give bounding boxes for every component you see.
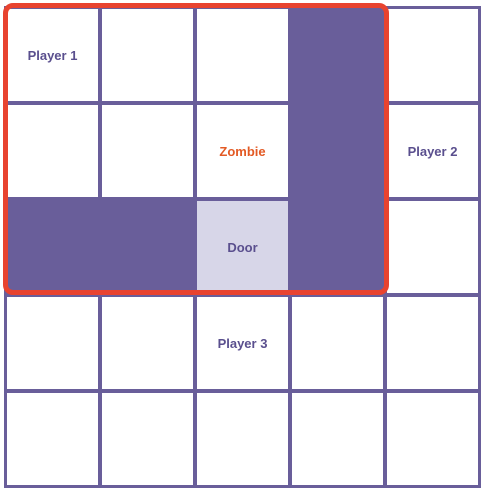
board-cell[interactable] xyxy=(384,390,481,488)
player-3-label: Player 3 xyxy=(217,335,268,351)
board-cell[interactable] xyxy=(194,6,291,104)
wall-cell xyxy=(99,198,196,296)
board-cell[interactable] xyxy=(384,198,481,296)
door-cell[interactable]: Door xyxy=(194,198,291,296)
door-label: Door xyxy=(227,239,258,255)
board-cell[interactable] xyxy=(194,390,291,488)
player-1-label: Player 1 xyxy=(27,47,78,63)
wall-cell xyxy=(289,6,386,104)
board-cell[interactable]: Player 1 xyxy=(4,6,101,104)
board-cell[interactable] xyxy=(99,294,196,392)
board-cell[interactable] xyxy=(4,390,101,488)
board-cell[interactable]: Player 3 xyxy=(194,294,291,392)
zombie-label: Zombie xyxy=(219,143,266,159)
board-cell[interactable] xyxy=(99,6,196,104)
board-cell[interactable] xyxy=(99,390,196,488)
board-cell[interactable]: Player 2 xyxy=(384,102,481,200)
wall-cell xyxy=(289,102,386,200)
board-cell[interactable] xyxy=(384,294,481,392)
wall-cell xyxy=(4,198,101,296)
board-cell[interactable] xyxy=(289,390,386,488)
board-cell[interactable]: Zombie xyxy=(194,102,291,200)
board-cell[interactable] xyxy=(4,102,101,200)
board-cell[interactable] xyxy=(384,6,481,104)
board-cell[interactable] xyxy=(289,294,386,392)
board-cell[interactable] xyxy=(4,294,101,392)
board-cell[interactable] xyxy=(99,102,196,200)
game-board: Player 1 Zombie Player 2 Door Player 3 xyxy=(4,6,481,488)
player-2-label: Player 2 xyxy=(407,143,458,159)
wall-cell xyxy=(289,198,386,296)
